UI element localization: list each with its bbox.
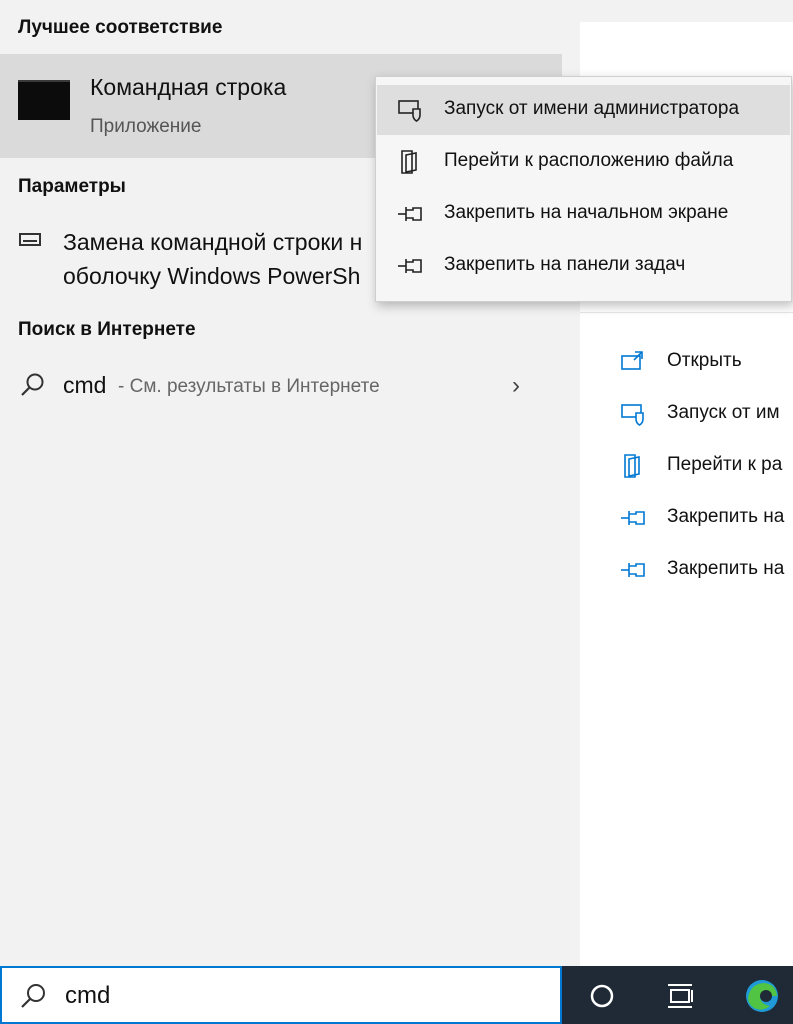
cortana-icon[interactable] xyxy=(582,976,622,1016)
pin-icon xyxy=(620,506,646,530)
search-icon xyxy=(20,982,48,1010)
action-open[interactable]: Открыть xyxy=(580,342,793,382)
pin-icon xyxy=(620,558,646,582)
open-icon xyxy=(620,350,646,374)
details-divider xyxy=(580,312,793,313)
action-run-as-admin-label: Запуск от им xyxy=(667,402,780,423)
command-prompt-icon xyxy=(18,80,70,120)
best-match-subtitle: Приложение xyxy=(90,116,202,137)
admin-shield-icon xyxy=(397,98,425,122)
context-menu-open-file-location[interactable]: Перейти к расположению файла xyxy=(377,137,790,187)
context-menu-run-as-admin[interactable]: Запуск от имени администратора xyxy=(377,85,790,135)
context-menu-pin-taskbar-label: Закрепить на панели задач xyxy=(444,254,686,275)
file-location-icon xyxy=(620,454,646,478)
context-menu-pin-start[interactable]: Закрепить на начальном экране xyxy=(377,189,790,239)
action-open-file-location[interactable]: Перейти к ра xyxy=(580,446,793,486)
task-view-icon[interactable] xyxy=(660,976,700,1016)
settings-item-line1: Замена командной строки н xyxy=(63,229,363,255)
web-search-query: cmd xyxy=(63,372,107,398)
search-input-value[interactable]: cmd xyxy=(65,982,110,1010)
web-search-suffix: - См. результаты в Интернете xyxy=(118,376,380,397)
settings-item-line2: оболочку Windows PowerSh xyxy=(63,263,361,289)
action-run-as-admin[interactable]: Запуск от им xyxy=(580,394,793,434)
best-match-heading: Лучшее соответствие xyxy=(18,17,223,38)
file-location-icon xyxy=(397,150,425,174)
context-menu-pin-taskbar[interactable]: Закрепить на панели задач xyxy=(377,241,790,291)
action-pin-start-label: Закрепить на xyxy=(667,506,785,527)
context-menu-run-as-admin-label: Запуск от имени администратора xyxy=(444,98,740,119)
action-pin-taskbar[interactable]: Закрепить на xyxy=(580,550,793,590)
action-open-file-location-label: Перейти к ра xyxy=(667,454,783,475)
admin-shield-icon xyxy=(620,402,646,426)
pin-icon xyxy=(397,202,425,226)
settings-heading: Параметры xyxy=(18,176,126,197)
web-search-heading: Поиск в Интернете xyxy=(18,319,196,340)
edge-icon[interactable] xyxy=(742,976,782,1016)
settings-display-icon xyxy=(19,233,41,246)
chevron-right-icon[interactable]: › xyxy=(512,372,520,400)
context-menu-pin-start-label: Закрепить на начальном экране xyxy=(444,202,729,223)
context-menu-open-file-location-label: Перейти к расположению файла xyxy=(444,150,734,171)
context-menu: Запуск от имени администратора Перейти к… xyxy=(375,76,792,302)
search-icon xyxy=(20,372,46,398)
action-pin-start[interactable]: Закрепить на xyxy=(580,498,793,538)
taskbar-search-box[interactable]: cmd xyxy=(0,966,562,1024)
action-open-label: Открыть xyxy=(667,350,742,371)
taskbar xyxy=(562,966,793,1024)
pin-icon xyxy=(397,254,425,278)
best-match-title: Командная строка xyxy=(90,74,287,100)
action-pin-taskbar-label: Закрепить на xyxy=(667,558,785,579)
